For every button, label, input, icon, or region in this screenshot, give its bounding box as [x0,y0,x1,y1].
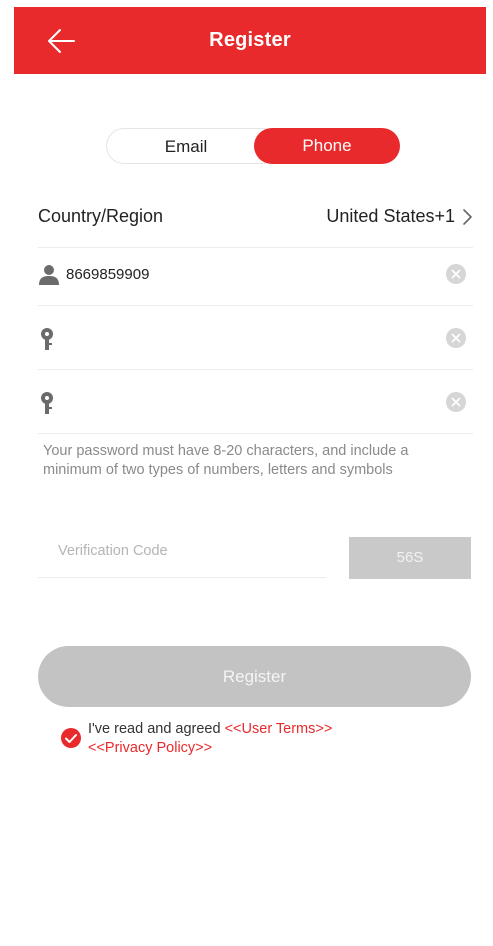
confirm-password-input[interactable] [66,388,426,416]
verification-code-input[interactable] [58,538,318,564]
country-region-label: Country/Region [38,206,164,226]
check-circle-icon[interactable] [60,727,82,749]
password-field-row [38,306,473,370]
phone-number-input[interactable] [66,260,426,288]
send-code-countdown-button[interactable]: 56S [349,537,471,579]
clear-icon[interactable] [445,327,467,349]
country-region-selector[interactable]: Country/Region United States+1 [38,184,473,248]
clear-icon[interactable] [445,263,467,285]
agreement-prefix: I've read and agreed [88,721,225,737]
verification-code-row [38,530,326,578]
clear-icon[interactable] [445,391,467,413]
page-title: Register [209,29,291,51]
password-hint: Your password must have 8-20 characters,… [43,443,409,478]
chevron-right-icon [463,209,472,225]
app-header: Register [14,7,486,74]
agreement-text: I've read and agreed <<User Terms>> <<Pr… [88,720,438,758]
country-region-value: United States+1 [326,206,455,226]
user-icon [39,265,59,285]
user-terms-link[interactable]: <<User Terms>> [225,721,333,737]
key-icon [41,392,53,414]
register-button[interactable]: Register [38,646,471,707]
phone-field-row [38,242,473,306]
tab-email[interactable]: Email [106,128,266,164]
confirm-password-field-row [38,370,473,434]
tab-phone[interactable]: Phone [254,128,400,164]
register-method-toggle: Email Phone [106,128,400,164]
privacy-policy-link[interactable]: <<Privacy Policy>> [88,740,212,756]
password-input[interactable] [66,324,426,352]
key-icon [41,328,53,350]
